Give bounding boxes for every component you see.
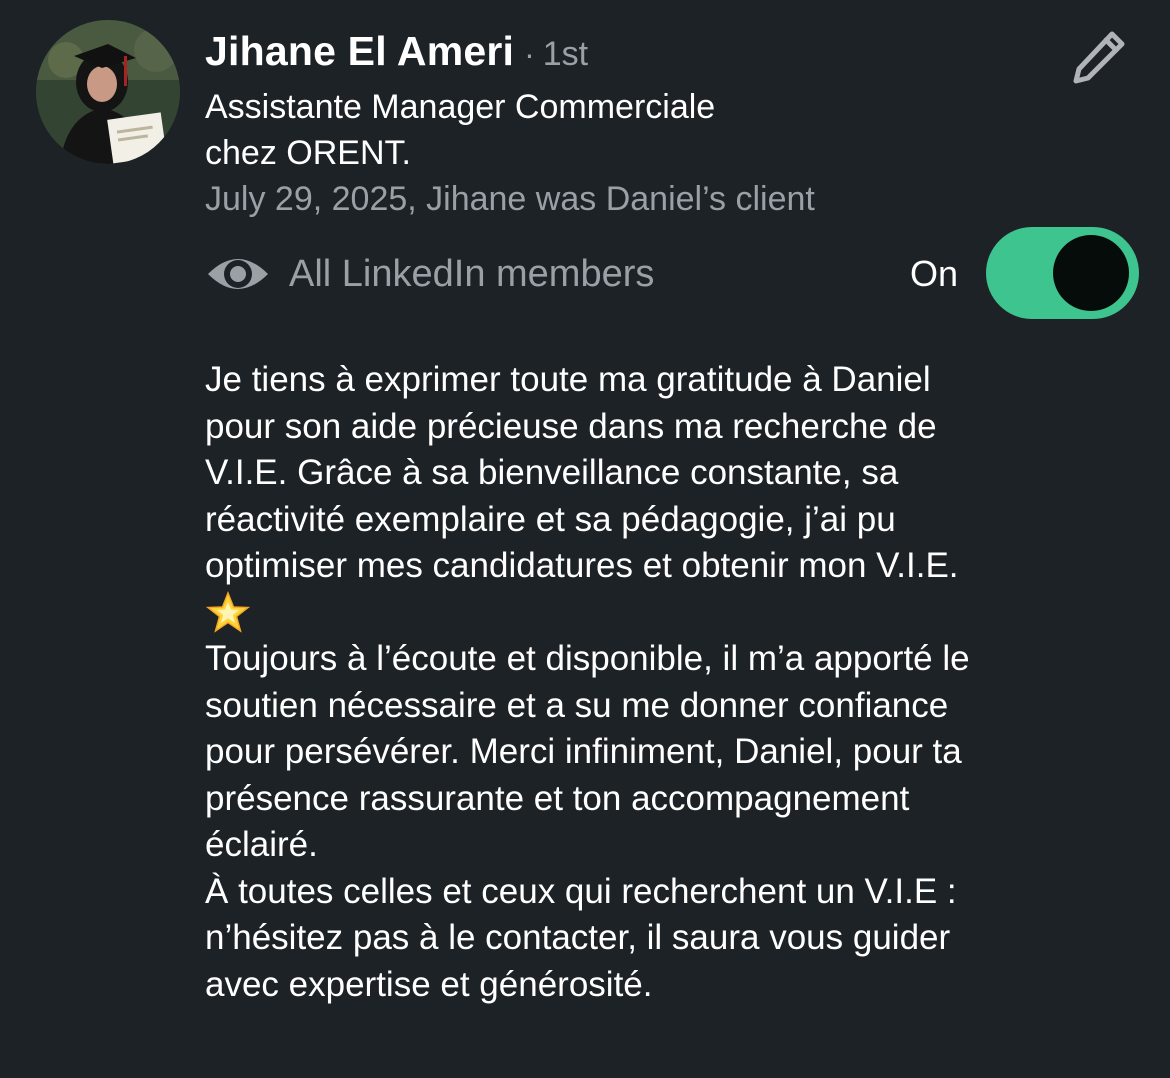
author-headline: Assistante Manager Commerciale chez OREN… [205, 88, 716, 172]
star-emoji-line [205, 590, 1135, 637]
recommendation-paragraph-1: Je tiens à exprimer toute ma gratitude à… [205, 360, 959, 585]
avatar[interactable] [36, 20, 180, 164]
visibility-label: All LinkedIn members [289, 252, 655, 295]
visibility-setting: All LinkedIn members [205, 248, 654, 300]
toggle-state-label: On [910, 253, 959, 294]
recommendation-meta: July 29, 2025, Jihane was Daniel’s clien… [205, 180, 815, 218]
author-name[interactable]: Jihane El Ameri [205, 28, 514, 75]
avatar-photo [36, 20, 180, 164]
eye-icon [208, 259, 268, 289]
visibility-toggle[interactable] [986, 227, 1139, 319]
recommendation-paragraph-2: Toujours à l’écoute et disponible, il m’… [205, 639, 970, 1004]
glowing-star-icon [205, 590, 251, 633]
degree-separator: · [524, 36, 535, 72]
edit-button[interactable] [1060, 22, 1136, 94]
pencil-icon [1073, 31, 1125, 84]
connection-degree: 1st [542, 35, 589, 73]
author-name-row: Jihane El Ameri · 1st [205, 28, 588, 80]
recommendation-text: Je tiens à exprimer toute ma gratitude à… [205, 357, 1135, 1008]
toggle-knob [1053, 235, 1129, 311]
